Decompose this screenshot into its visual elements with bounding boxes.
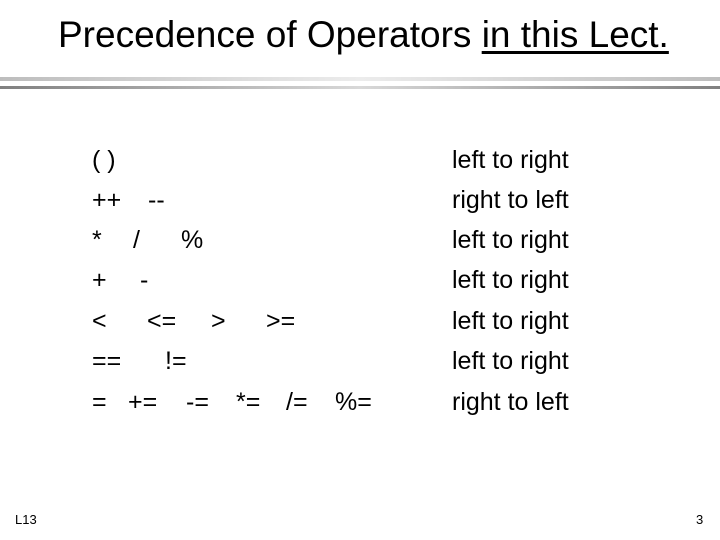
slide-title: Precedence of Operators in this Lect.: [58, 13, 669, 57]
operator-token: ( ): [92, 146, 116, 174]
operator-token: >: [211, 307, 226, 335]
title-divider-bottom: [0, 86, 720, 89]
operator-token: ==: [92, 347, 122, 375]
associativity-label: right to left: [452, 388, 569, 416]
operator-token: %=: [335, 388, 372, 416]
operator-token: +: [92, 266, 107, 294]
title-divider-top: [0, 77, 720, 81]
operator-token: -: [140, 266, 149, 294]
operator-token: /: [133, 226, 140, 254]
operator-token: -=: [186, 388, 209, 416]
operator-token: *: [92, 226, 102, 254]
operator-token: >=: [266, 307, 296, 335]
operator-token: <=: [147, 307, 177, 335]
operator-token: +=: [128, 388, 158, 416]
operator-token: /=: [286, 388, 308, 416]
operator-token: <: [92, 307, 107, 335]
operator-token: *=: [236, 388, 261, 416]
slide: Precedence of Operators in this Lect. ( …: [0, 0, 720, 540]
footer-page-number: 3: [696, 512, 704, 527]
associativity-label: left to right: [452, 226, 569, 254]
associativity-label: left to right: [452, 347, 569, 375]
operator-token: %: [181, 226, 204, 254]
title-text: Precedence of Operators: [58, 14, 482, 55]
associativity-label: left to right: [452, 307, 569, 335]
associativity-label: left to right: [452, 266, 569, 294]
footer-lecture-label: L13: [15, 512, 37, 527]
associativity-label: left to right: [452, 146, 569, 174]
operator-token: --: [148, 186, 165, 214]
title-underlined-text: in this Lect.: [481, 14, 669, 55]
operator-token: !=: [165, 347, 187, 375]
operator-token: =: [92, 388, 107, 416]
operator-token: ++: [92, 186, 122, 214]
associativity-label: right to left: [452, 186, 569, 214]
